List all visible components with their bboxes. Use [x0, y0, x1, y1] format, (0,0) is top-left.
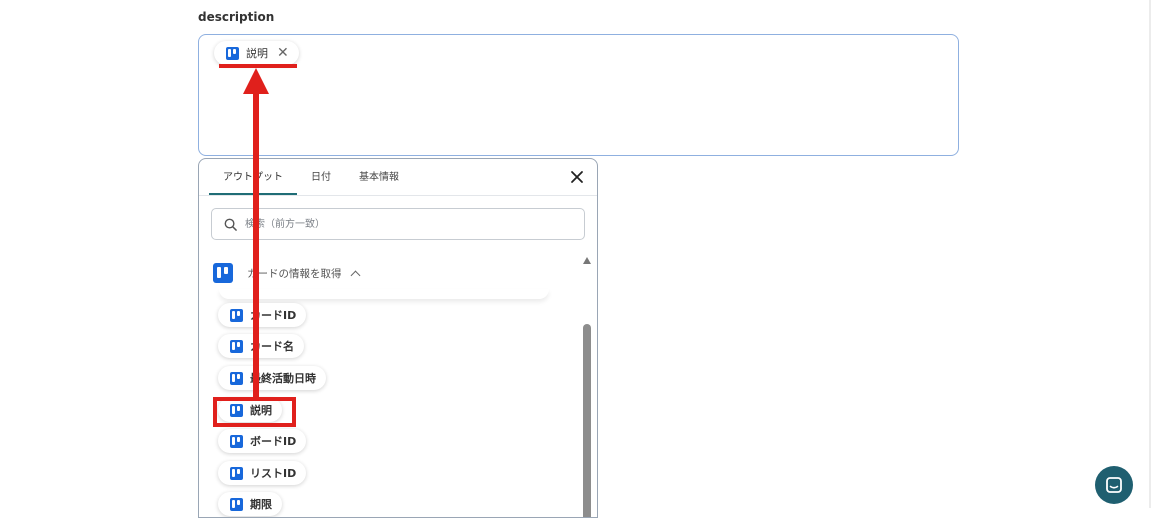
trello-icon [230, 466, 243, 480]
list-item-label: カードID [250, 309, 297, 322]
tab-output[interactable]: アウトプット [209, 159, 297, 195]
trello-icon [230, 403, 243, 417]
list-item[interactable]: リストID [218, 461, 307, 485]
search-box[interactable] [211, 208, 585, 240]
tab-date[interactable]: 日付 [297, 159, 345, 195]
search-input[interactable] [243, 217, 547, 231]
search-icon [224, 218, 237, 231]
chevron-up-icon[interactable] [350, 270, 360, 280]
trello-icon [230, 497, 243, 511]
trello-icon [230, 339, 243, 353]
group-label: カードの情報を取得 [247, 267, 342, 280]
list-item[interactable]: 期限 [218, 492, 282, 516]
tabs-divider [199, 195, 597, 196]
list-item[interactable]: カード名 [218, 334, 304, 358]
chat-icon [1106, 477, 1122, 493]
close-icon[interactable]: ✕ [277, 46, 289, 60]
chat-support-button[interactable] [1095, 466, 1133, 504]
close-icon[interactable] [569, 169, 585, 185]
trello-icon [230, 371, 243, 385]
scroll-up-arrow[interactable] [583, 257, 591, 264]
trello-icon [226, 46, 239, 60]
description-field[interactable] [198, 34, 959, 156]
list-item-label: ボードID [250, 435, 297, 448]
tab-basic-info[interactable]: 基本情報 [345, 159, 413, 195]
group-divider [219, 289, 549, 299]
description-token-chip[interactable]: 説明 ✕ [214, 41, 299, 65]
field-label: description [198, 10, 275, 24]
trello-icon [213, 263, 233, 283]
list-item-label: 最終活動日時 [250, 372, 316, 385]
list-item-label: カード名 [250, 340, 294, 353]
variable-picker-panel: アウトプット 日付 基本情報 カードの情報を取得 カードID カード名 最終活動… [198, 158, 598, 518]
list-item[interactable]: 最終活動日時 [218, 366, 326, 390]
picker-tabs: アウトプット 日付 基本情報 [209, 159, 413, 195]
trello-icon [230, 434, 243, 448]
list-item-highlighted[interactable]: 説明 [218, 398, 282, 422]
scrollbar-thumb[interactable] [583, 324, 591, 517]
list-item-label: 説明 [250, 404, 272, 417]
trello-icon [230, 308, 243, 322]
list-item[interactable]: カードID [218, 303, 307, 327]
list-item[interactable]: ボードID [218, 429, 307, 453]
list-item-label: 期限 [250, 498, 272, 511]
group-header-card-info[interactable]: カードの情報を取得 [213, 263, 360, 283]
list-item-label: リストID [250, 467, 297, 480]
token-label: 説明 [246, 47, 268, 60]
